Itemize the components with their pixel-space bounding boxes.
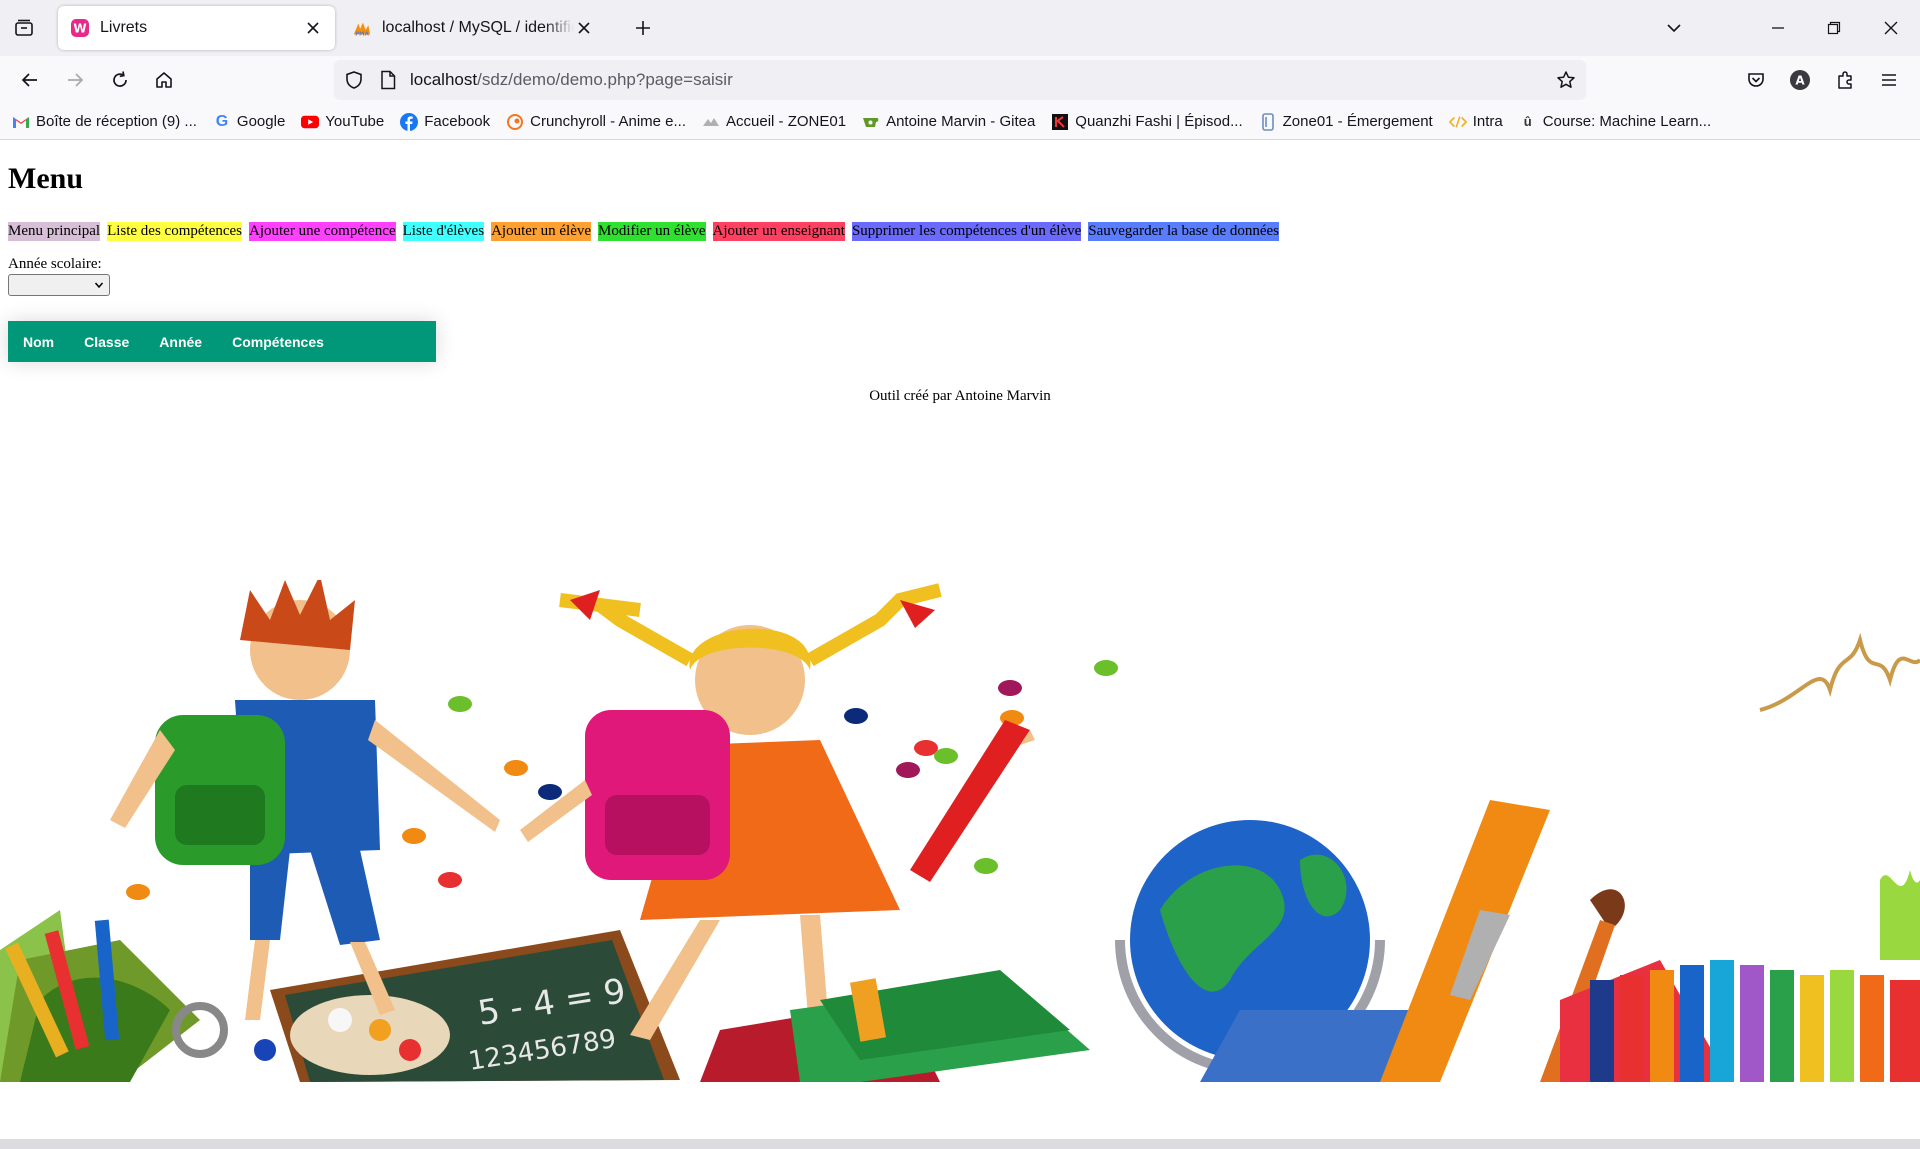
youtube-icon: [301, 113, 320, 131]
bookmark-star-icon[interactable]: [1554, 68, 1578, 92]
app-menu-icon[interactable]: [1875, 66, 1903, 94]
address-bar[interactable]: localhost/sdz/demo/demo.php?page=saisir: [334, 60, 1586, 100]
phpmyadmin-favicon-icon: PMA: [352, 18, 372, 38]
forward-arrow-icon[interactable]: [61, 66, 89, 94]
bookmark-zone01-emergement[interactable]: Zone01 - Émergement: [1259, 112, 1433, 131]
menu-link-supprimer-competences[interactable]: Supprimer les compétences d'un élève: [851, 222, 1082, 241]
account-avatar-icon[interactable]: A: [1786, 66, 1814, 94]
reload-icon[interactable]: [106, 66, 134, 94]
bookmark-facebook[interactable]: Facebook: [400, 112, 490, 131]
crunchyroll-icon: [506, 113, 524, 131]
bookmark-gitea[interactable]: Antoine Marvin - Gitea: [862, 113, 1035, 131]
bookmark-gmail[interactable]: Boîte de réception (9) ...: [12, 113, 197, 131]
students-table-header: Nom Classe Année Compétences: [8, 321, 436, 362]
page-icon[interactable]: [376, 68, 400, 92]
tab-livrets[interactable]: W Livrets: [58, 6, 335, 50]
shield-icon[interactable]: [342, 68, 366, 92]
new-tab-icon[interactable]: [631, 16, 655, 40]
chevron-down-icon[interactable]: [1662, 16, 1686, 40]
bookmark-quanzhi[interactable]: Quanzhi Fashi | Épisod...: [1051, 113, 1243, 131]
column-header-nom: Nom: [23, 333, 55, 350]
menu-link-ajouter-enseignant[interactable]: Ajouter un enseignant: [712, 222, 845, 241]
extensions-icon[interactable]: [1831, 66, 1859, 94]
bookmark-google[interactable]: G Google: [213, 112, 286, 131]
minimize-icon[interactable]: [1764, 14, 1792, 42]
close-window-icon[interactable]: [1877, 14, 1905, 42]
gitea-icon: [862, 113, 880, 131]
code-icon: [1448, 113, 1467, 131]
google-icon: G: [215, 112, 229, 130]
back-arrow-icon[interactable]: [16, 66, 44, 94]
home-icon[interactable]: [150, 66, 178, 94]
svg-text:A: A: [1795, 74, 1805, 88]
svg-text:W: W: [73, 22, 86, 36]
year-label: Année scolaire:: [8, 256, 102, 272]
close-tab-icon[interactable]: [574, 18, 594, 38]
bookmark-youtube[interactable]: YouTube: [301, 113, 384, 131]
menu-link-ajouter-competence[interactable]: Ajouter une compétence: [249, 222, 396, 241]
main-menu: Menu principal Liste des compétences Ajo…: [8, 222, 1286, 241]
tab-phpmyadmin[interactable]: PMA localhost / MySQL / identification: [340, 6, 606, 50]
page-title: Menu: [8, 162, 83, 195]
pocket-icon[interactable]: [1742, 66, 1770, 94]
tab-title: Livrets: [100, 19, 148, 36]
close-tab-icon[interactable]: [303, 18, 323, 38]
year-select[interactable]: [8, 274, 110, 296]
menu-link-modifier-eleve[interactable]: Modifier un élève: [598, 222, 706, 241]
zone01-icon: [702, 113, 720, 131]
column-header-classe: Classe: [84, 333, 130, 350]
url-text[interactable]: localhost/sdz/demo/demo.php?page=saisir: [410, 70, 733, 90]
menu-link-liste-competences[interactable]: Liste des compétences: [107, 222, 243, 241]
restore-icon[interactable]: [1820, 14, 1848, 42]
bookmark-zone01[interactable]: Accueil - ZONE01: [702, 113, 846, 131]
facebook-icon: [400, 112, 419, 131]
chevron-down-icon: [93, 279, 105, 291]
footer-credit: Outil créé par Antoine Marvin: [869, 388, 1051, 404]
school-kids-illustration: 5 - 4 = 9 123456789: [0, 580, 1920, 1082]
globe: [1115, 820, 1440, 1082]
menu-link-liste-eleves[interactable]: Liste d'élèves: [402, 222, 485, 241]
quanzhi-icon: [1051, 113, 1069, 131]
menu-link-sauvegarder-base[interactable]: Sauvegarder la base de données: [1088, 222, 1280, 241]
column-header-annee: Année: [159, 333, 203, 350]
gmail-icon: [12, 113, 30, 131]
column-header-competences: Compétences: [232, 333, 324, 350]
window-bottom-edge: [0, 1139, 1920, 1149]
menu-link-menu-principal[interactable]: Menu principal: [8, 222, 101, 241]
navigation-toolbar: localhost/sdz/demo/demo.php?page=saisir …: [0, 56, 1920, 104]
menu-link-ajouter-eleve[interactable]: Ajouter un élève: [491, 222, 592, 241]
svg-text:PMA: PMA: [355, 31, 369, 37]
books-stack: [700, 970, 1090, 1082]
tab-title: localhost / MySQL / identification: [382, 19, 574, 36]
bookmark-course[interactable]: û Course: Machine Learn...: [1519, 113, 1711, 131]
bookmark-crunchyroll[interactable]: Crunchyroll - Anime e...: [506, 113, 686, 131]
tab-list-icon[interactable]: [12, 16, 36, 40]
livrets-favicon-icon: W: [70, 18, 90, 38]
tab-bar: W Livrets PMA localhost / MySQL / identi…: [0, 0, 1920, 56]
course-icon: û: [1523, 114, 1532, 129]
bookmarks-toolbar: Boîte de réception (9) ... G Google YouT…: [0, 104, 1920, 140]
bookmark-intra[interactable]: Intra: [1448, 113, 1503, 131]
boy-figure: [110, 580, 500, 1020]
zone01-emergement-icon: [1259, 112, 1277, 131]
